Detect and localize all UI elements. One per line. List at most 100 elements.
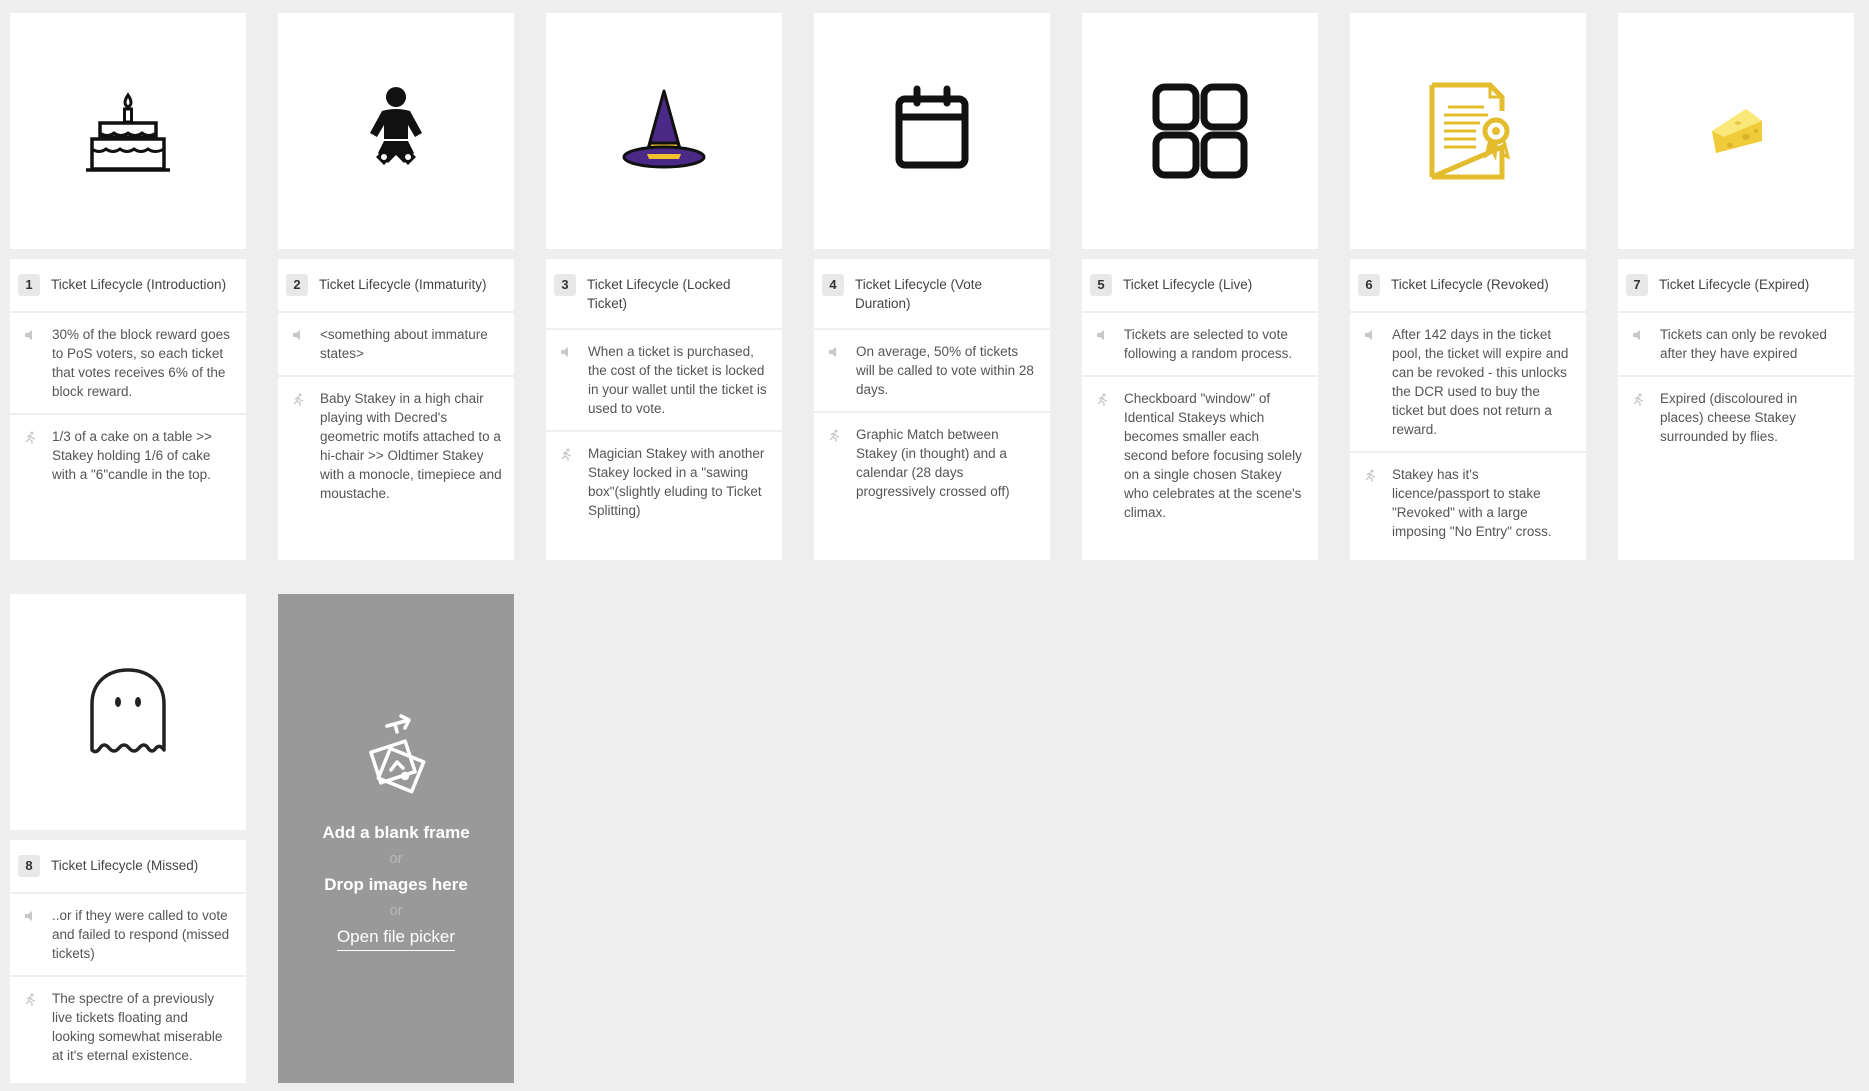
visual-text[interactable]: Stakey has it's licence/passport to stak…	[1392, 465, 1574, 541]
frame-thumbnail[interactable]	[1350, 13, 1586, 249]
visual-note: 1/3 of a cake on a table >> Stakey holdi…	[10, 415, 246, 496]
audio-text[interactable]: Tickets can only be revoked after they h…	[1660, 325, 1842, 363]
frame-number-badge: 4	[822, 274, 844, 296]
frame-thumbnail[interactable]	[10, 594, 246, 830]
running-figure-icon	[1094, 391, 1110, 407]
audio-note: Tickets can only be revoked after they h…	[1618, 313, 1854, 377]
running-figure-icon	[1362, 467, 1378, 483]
audio-note: Tickets are selected to vote following a…	[1082, 313, 1318, 377]
visual-note: Checkboard "window" of Identical Stakeys…	[1082, 377, 1318, 534]
open-file-picker-link[interactable]: Open file picker	[336, 925, 456, 951]
visual-note: The spectre of a previously live tickets…	[10, 977, 246, 1077]
visual-note: Magician Stakey with another Stakey lock…	[546, 432, 782, 532]
frame-info: 8 Ticket Lifecycle (Missed) ..or if they…	[10, 840, 246, 1083]
or-separator: or	[389, 850, 403, 867]
frame-thumbnail[interactable]	[278, 13, 514, 249]
audio-text[interactable]: When a ticket is purchased, the cost of …	[588, 342, 770, 418]
visual-text[interactable]: Magician Stakey with another Stakey lock…	[588, 444, 770, 520]
running-figure-icon	[290, 391, 306, 407]
frame-number-badge: 8	[18, 855, 40, 877]
frame-thumbnail[interactable]	[814, 13, 1050, 249]
frame-title[interactable]: Ticket Lifecycle (Introduction)	[51, 275, 226, 294]
frame-title[interactable]: Ticket Lifecycle (Immaturity)	[319, 275, 487, 294]
visual-text[interactable]: Checkboard "window" of Identical Stakeys…	[1124, 389, 1306, 522]
frame-title-row: 3 Ticket Lifecycle (Locked Ticket)	[546, 259, 782, 330]
window-grid-icon	[1152, 83, 1248, 179]
frame-info: 1 Ticket Lifecycle (Introduction) 30% of…	[10, 259, 246, 560]
running-figure-icon	[826, 427, 842, 443]
audio-note: 30% of the block reward goes to PoS vote…	[10, 313, 246, 415]
ghost-icon	[90, 668, 166, 754]
frame-info: 2 Ticket Lifecycle (Immaturity) <somethi…	[278, 259, 514, 560]
visual-note: Expired (discoloured in places) cheese S…	[1618, 377, 1854, 458]
frame-title-row: 6 Ticket Lifecycle (Revoked)	[1350, 259, 1586, 313]
frame-number-badge: 3	[554, 274, 576, 296]
audio-text[interactable]: After 142 days in the ticket pool, the t…	[1392, 325, 1574, 439]
visual-note: Baby Stakey in a high chair playing with…	[278, 377, 514, 515]
frame-thumbnail[interactable]	[1618, 13, 1854, 249]
audio-note: ..or if they were called to vote and fai…	[10, 894, 246, 977]
frame-number-badge: 1	[18, 274, 40, 296]
audio-note: <something about immature states>	[278, 313, 514, 377]
audio-text[interactable]: <something about immature states>	[320, 325, 502, 363]
frame-title[interactable]: Ticket Lifecycle (Locked Ticket)	[587, 275, 770, 313]
running-figure-icon	[22, 991, 38, 1007]
drop-images-label: Drop images here	[324, 875, 468, 894]
frame-number-badge: 5	[1090, 274, 1112, 296]
audio-note: When a ticket is purchased, the cost of …	[546, 330, 782, 432]
visual-text[interactable]: The spectre of a previously live tickets…	[52, 989, 234, 1065]
frame-info: 3 Ticket Lifecycle (Locked Ticket) When …	[546, 259, 782, 560]
visual-note: Graphic Match between Stakey (in thought…	[814, 413, 1050, 513]
visual-text[interactable]: Graphic Match between Stakey (in thought…	[856, 425, 1038, 501]
frame-number-badge: 2	[286, 274, 308, 296]
visual-note: Stakey has it's licence/passport to stak…	[1350, 453, 1586, 553]
frame-number-badge: 6	[1358, 274, 1380, 296]
frame-thumbnail[interactable]	[546, 13, 782, 249]
frame-info: 7 Ticket Lifecycle (Expired) Tickets can…	[1618, 259, 1854, 560]
frame-title[interactable]: Ticket Lifecycle (Expired)	[1659, 275, 1809, 294]
speaker-icon	[290, 327, 306, 343]
frame-info: 5 Ticket Lifecycle (Live) Tickets are se…	[1082, 259, 1318, 560]
cheese-icon	[1712, 109, 1762, 153]
calendar-icon	[895, 85, 969, 169]
frame-title-row: 8 Ticket Lifecycle (Missed)	[10, 840, 246, 894]
birthday-cake-icon	[86, 92, 170, 172]
frame-thumbnail[interactable]	[1082, 13, 1318, 249]
running-figure-icon	[1630, 391, 1646, 407]
frame-title-row: 2 Ticket Lifecycle (Immaturity)	[278, 259, 514, 313]
add-frame-dropzone[interactable]: Add a blank frame or Drop images here or…	[278, 594, 514, 1083]
speaker-icon	[22, 327, 38, 343]
upload-images-icon	[361, 714, 431, 803]
frame-title[interactable]: Ticket Lifecycle (Live)	[1123, 275, 1252, 294]
speaker-icon	[826, 344, 842, 360]
speaker-icon	[1362, 327, 1378, 343]
frame-number-badge: 7	[1626, 274, 1648, 296]
speaker-icon	[1630, 327, 1646, 343]
audio-text[interactable]: ..or if they were called to vote and fai…	[52, 906, 234, 963]
speaker-icon	[558, 344, 574, 360]
certificate-icon	[1429, 82, 1511, 180]
or-separator: or	[389, 902, 403, 919]
frame-thumbnail[interactable]	[10, 13, 246, 249]
frame-title[interactable]: Ticket Lifecycle (Missed)	[51, 856, 198, 875]
audio-note: After 142 days in the ticket pool, the t…	[1350, 313, 1586, 453]
frame-title[interactable]: Ticket Lifecycle (Vote Duration)	[855, 275, 1038, 313]
frame-title-row: 4 Ticket Lifecycle (Vote Duration)	[814, 259, 1050, 330]
visual-text[interactable]: Expired (discoloured in places) cheese S…	[1660, 389, 1842, 446]
speaker-icon	[1094, 327, 1110, 343]
running-figure-icon	[22, 429, 38, 445]
audio-text[interactable]: 30% of the block reward goes to PoS vote…	[52, 325, 234, 401]
visual-text[interactable]: Baby Stakey in a high chair playing with…	[320, 389, 502, 503]
visual-text[interactable]: 1/3 of a cake on a table >> Stakey holdi…	[52, 427, 234, 484]
frame-title-row: 7 Ticket Lifecycle (Expired)	[1618, 259, 1854, 313]
audio-text[interactable]: On average, 50% of tickets will be calle…	[856, 342, 1038, 399]
speaker-icon	[22, 908, 38, 924]
frame-title[interactable]: Ticket Lifecycle (Revoked)	[1391, 275, 1549, 294]
audio-text[interactable]: Tickets are selected to vote following a…	[1124, 325, 1306, 363]
add-blank-frame-button[interactable]: Add a blank frame	[322, 821, 469, 845]
frame-info: 6 Ticket Lifecycle (Revoked) After 142 d…	[1350, 259, 1586, 560]
audio-note: On average, 50% of tickets will be calle…	[814, 330, 1050, 413]
frame-title-row: 5 Ticket Lifecycle (Live)	[1082, 259, 1318, 313]
running-figure-icon	[558, 446, 574, 462]
frame-title-row: 1 Ticket Lifecycle (Introduction)	[10, 259, 246, 313]
